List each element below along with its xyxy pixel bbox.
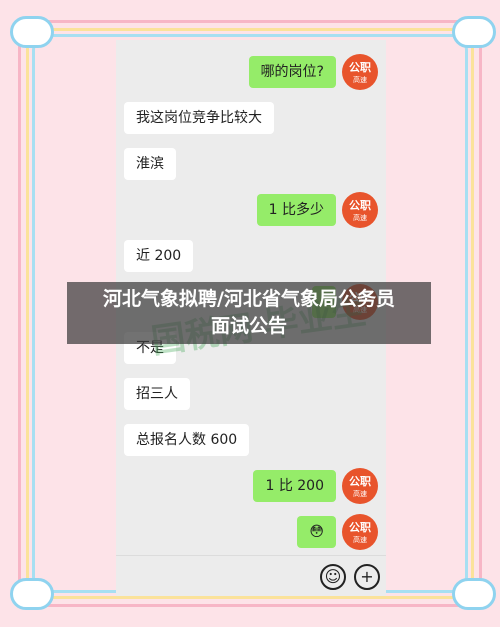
cloud-decoration [10, 578, 54, 610]
sent-message-bubble[interactable]: 哪的岗位? [248, 56, 336, 88]
received-message-bubble[interactable]: 淮滨 [124, 148, 176, 180]
cloud-decoration [10, 16, 54, 48]
title-overlay: 河北气象拟聘/河北省气象局公务员 面试公告 [67, 282, 431, 344]
received-message-bubble[interactable]: 总报名人数 600 [124, 424, 250, 456]
chat-message-row: 总报名人数 600 [116, 418, 386, 458]
avatar-brand-text: 公职 [349, 199, 371, 212]
chat-message-row: 1 比多少 公职高速 [116, 188, 386, 228]
cloud-decoration [452, 16, 496, 48]
avatar[interactable]: 公职高速 [342, 192, 378, 228]
sent-message-bubble[interactable]: 😳 [297, 516, 336, 548]
avatar-sub-text: 高速 [353, 214, 367, 222]
chat-message-row: 1 比 200 公职 高速 [116, 464, 386, 504]
avatar-brand-text: 公职 [349, 61, 371, 74]
chat-message-row: 招三人 [116, 372, 386, 412]
avatar-sub-text: 高速 [353, 536, 367, 544]
chat-message-row: 淮滨 [116, 142, 386, 182]
avatar[interactable]: 公职高速 [342, 514, 378, 550]
avatar-sub-text: 高速 [353, 76, 367, 84]
chat-message-row: 😳 公职 高速 [116, 510, 386, 550]
input-bar: ☺ + [116, 555, 386, 596]
emoji-icon[interactable]: ☺ [320, 564, 346, 590]
title-line-1: 河北气象拟聘/河北省气象局公务员 [103, 288, 395, 310]
avatar[interactable]: 公职高速 [342, 54, 378, 90]
chat-message-row: 哪的岗位? 公职 高速 [116, 50, 386, 90]
sent-message-bubble[interactable]: 1 比多少 [256, 194, 336, 226]
plus-icon[interactable]: + [354, 564, 380, 590]
avatar-brand-text: 公职 [349, 475, 371, 488]
title-line-2: 面试公告 [210, 315, 287, 337]
avatar[interactable]: 公职高速 [342, 468, 378, 504]
avatar-brand-text: 公职 [349, 521, 371, 534]
chat-message-row: 我这岗位竞争比较大 [116, 96, 386, 136]
chat-message-row: 近 200 [116, 234, 386, 274]
sent-message-bubble[interactable]: 1 比 200 [253, 470, 336, 502]
received-message-bubble[interactable]: 我这岗位竞争比较大 [124, 102, 274, 134]
cloud-decoration [452, 578, 496, 610]
received-message-bubble[interactable]: 近 200 [124, 240, 194, 272]
avatar-sub-text: 高速 [353, 490, 367, 498]
received-message-bubble[interactable]: 招三人 [124, 378, 190, 410]
